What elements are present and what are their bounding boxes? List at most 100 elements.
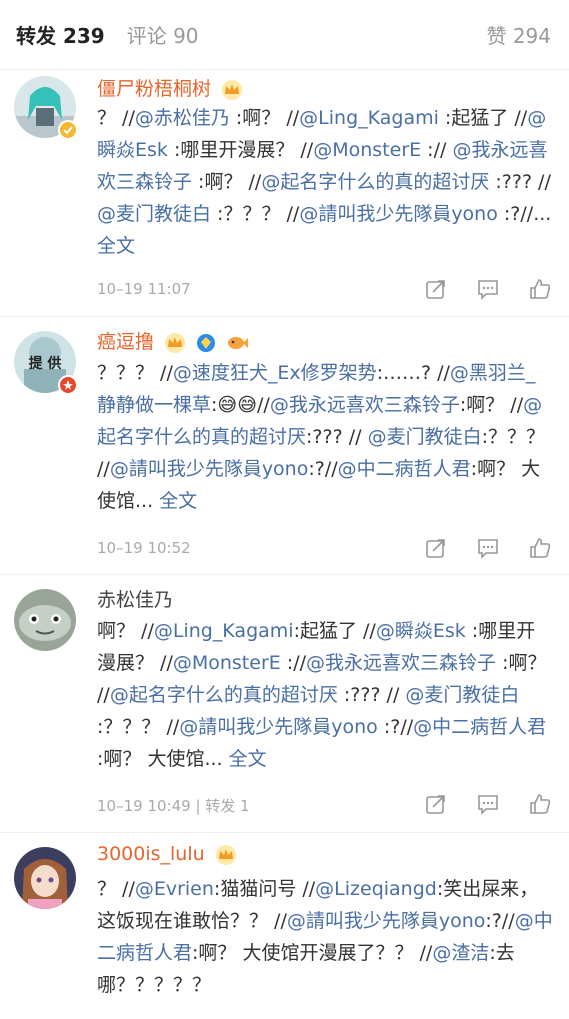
text-segment: :啊？ 大使馆...	[97, 748, 229, 770]
expand-full-text-link[interactable]: 全文	[229, 748, 267, 770]
text-segment: :啊？ //	[192, 171, 262, 193]
crown-icon	[215, 844, 237, 865]
mention-link[interactable]: @中二病哲人君	[338, 458, 471, 480]
timestamp: 10–19 10:52	[97, 539, 191, 557]
crown-icon	[164, 332, 186, 353]
text-segment: :……? //	[376, 362, 450, 384]
text-segment: ？ //	[97, 107, 135, 129]
tab-bar: 转发 239 评论 90 赞 294	[0, 0, 569, 70]
username-text[interactable]: 僵尸粉梧桐树	[97, 78, 211, 100]
text-segment: :？？？ //	[211, 203, 300, 225]
thumbs-up-icon	[530, 538, 551, 558]
thumbs-up-icon	[530, 794, 551, 814]
share-icon	[426, 539, 445, 558]
tab-likes[interactable]: 赞 294	[486, 20, 551, 49]
mention-link[interactable]: @MonsterE	[313, 139, 421, 161]
repost-text: ？ //@赤松佳乃 :啊？ //@Ling_Kagami :起猛了 //@瞬焱E…	[97, 102, 553, 262]
share-button[interactable]	[423, 791, 449, 817]
like-button[interactable]	[527, 535, 553, 561]
text-segment: :啊？ //	[459, 394, 524, 416]
username[interactable]: 赤松佳乃	[97, 585, 173, 612]
text-segment: :??? //	[306, 426, 368, 448]
mention-link[interactable]: @MonsterE	[173, 652, 281, 674]
verified-badge-icon	[58, 120, 78, 140]
username[interactable]: 3000is_lulu	[97, 843, 237, 865]
mention-link[interactable]: @赤松佳乃	[135, 107, 230, 129]
text-segment: ？ //	[97, 878, 135, 900]
avatar[interactable]	[14, 847, 76, 909]
mention-link[interactable]: @麦门教徒白	[368, 426, 482, 448]
mention-link[interactable]: @中二病哲人君	[413, 716, 546, 738]
thumbs-up-icon	[530, 279, 551, 299]
text-segment: :??? //	[489, 171, 551, 193]
username-text[interactable]: 3000is_lulu	[97, 843, 205, 865]
crown-icon	[221, 79, 243, 100]
mention-link[interactable]: @請叫我少先隊員yono	[287, 910, 486, 932]
share-icon	[426, 280, 445, 299]
like-button[interactable]	[527, 791, 553, 817]
username[interactable]: 癌逗撸	[97, 327, 249, 354]
text-segment: :?//	[308, 458, 338, 480]
tab-repost[interactable]: 转发 239	[16, 20, 105, 49]
text-segment: :起猛了 //	[438, 107, 528, 129]
text-segment: :起猛了 //	[293, 620, 376, 642]
mention-link[interactable]: @渣洁	[432, 942, 489, 964]
repost-item: 提 供 癌逗撸 ？？？ //@速度狂犬_Ex修罗架势:……? //@黑羽兰_静静…	[0, 317, 569, 575]
mention-link[interactable]: @麦门教徒白	[97, 203, 211, 225]
share-button[interactable]	[423, 276, 449, 302]
action-bar	[397, 791, 553, 817]
action-bar	[397, 535, 553, 561]
mention-link[interactable]: @我永远喜欢三森铃子	[306, 652, 496, 674]
repost-text: ？？？ //@速度狂犬_Ex修罗架势:……? //@黑羽兰_静静做一棵草:😅😅/…	[97, 357, 553, 517]
username-text[interactable]: 癌逗撸	[97, 331, 154, 353]
comment-icon	[478, 280, 498, 300]
comment-button[interactable]	[475, 791, 501, 817]
mention-link[interactable]: @Ling_Kagami	[299, 107, 439, 129]
like-button[interactable]	[527, 276, 553, 302]
text-segment: ？？？ //	[97, 362, 173, 384]
repost-item: 僵尸粉梧桐树 ？ //@赤松佳乃 :啊？ // @Ling_Kagami :起猛了…	[0, 70, 569, 317]
avatar-caption: 提 供	[28, 356, 62, 372]
expand-full-text-link[interactable]: 全文	[97, 235, 135, 257]
text-segment: :？？？ //	[97, 716, 180, 738]
comment-button[interactable]	[475, 276, 501, 302]
text-segment: :啊？ 大使馆开漫展了？？ //	[192, 942, 433, 964]
share-icon	[426, 795, 445, 814]
mention-link[interactable]: @起名字什么的真的超讨厌	[110, 684, 338, 706]
mention-link[interactable]: @Lizeqiangd	[315, 878, 437, 900]
text-segment: 啊？ //	[97, 620, 154, 642]
mention-link[interactable]: @Ling_Kagami	[154, 620, 294, 642]
mention-link[interactable]: @速度狂犬_Ex修罗架势	[173, 362, 377, 384]
username[interactable]: 僵尸粉梧桐树	[97, 74, 243, 101]
text-segment: :??? //	[337, 684, 406, 706]
repost-text: 啊？ //@Ling_Kagami:起猛了 //@瞬焱Esk :哪里开漫展？ /…	[97, 615, 553, 775]
avatar[interactable]	[14, 76, 78, 140]
tab-comments[interactable]: 评论 90	[127, 20, 199, 49]
comment-icon	[478, 539, 498, 559]
action-bar	[397, 276, 553, 302]
mention-link[interactable]: @麦门教徒白	[405, 684, 519, 706]
expand-full-text-link[interactable]: 全文	[159, 490, 197, 512]
avatar[interactable]: 提 供	[14, 331, 78, 395]
avatar-image	[14, 589, 76, 651]
avatar[interactable]	[14, 589, 76, 651]
text-segment: :?//	[377, 716, 414, 738]
mention-link[interactable]: @瞬焱Esk	[376, 620, 466, 642]
fish-badge-icon	[226, 333, 249, 353]
mention-link[interactable]: @Evrien	[135, 878, 214, 900]
mention-link[interactable]: @請叫我少先隊員yono	[110, 458, 309, 480]
mention-link[interactable]: @請叫我少先隊員yono	[179, 716, 378, 738]
mention-link[interactable]: @請叫我少先隊員yono	[299, 203, 498, 225]
mention-link[interactable]: @起名字什么的真的超讨厌	[261, 171, 489, 193]
diamond-badge-icon	[196, 333, 216, 353]
comment-button[interactable]	[475, 535, 501, 561]
comment-icon	[478, 795, 498, 815]
username-text[interactable]: 赤松佳乃	[97, 589, 173, 611]
text-segment: :?//...	[497, 203, 552, 225]
timestamp: 10–19 11:07	[97, 280, 191, 298]
timestamp: 10–19 10:49 | 转发 1	[97, 797, 250, 815]
share-button[interactable]	[423, 535, 449, 561]
mention-link[interactable]: @我永远喜欢三森铃子	[270, 394, 460, 416]
text-segment: ://	[421, 139, 453, 161]
red-badge-icon	[58, 375, 78, 395]
